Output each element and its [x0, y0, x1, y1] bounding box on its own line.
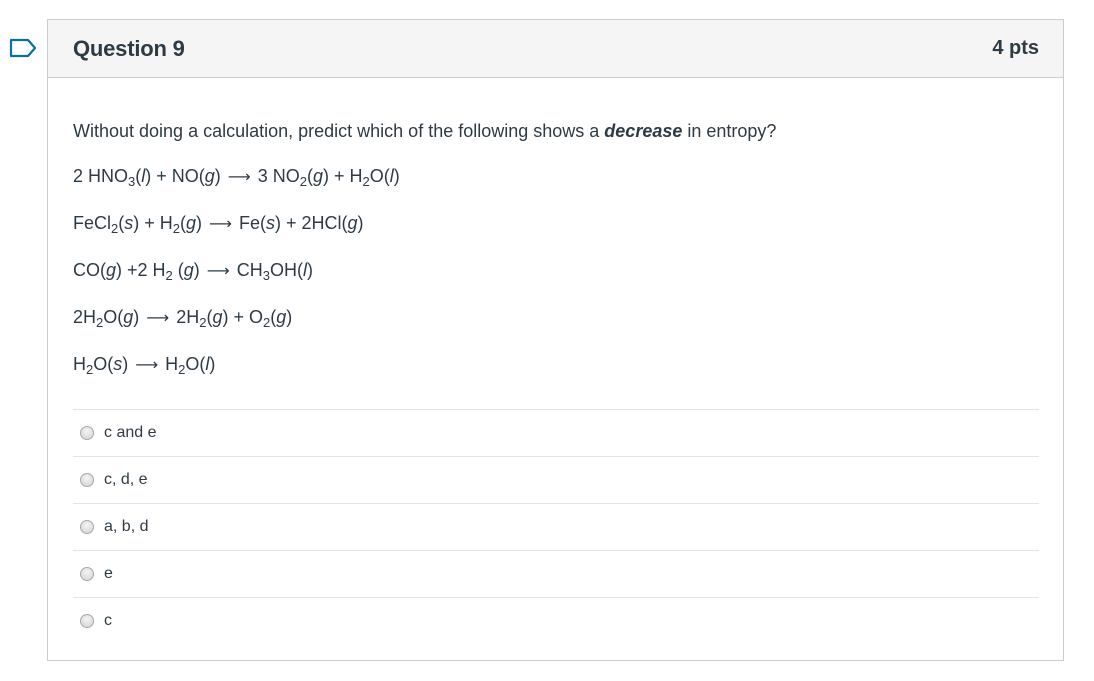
- question-prompt: Without doing a calculation, predict whi…: [73, 120, 1038, 142]
- radio-button[interactable]: [80, 520, 94, 534]
- answer-label: e: [104, 565, 113, 582]
- question-title: Question 9: [73, 35, 185, 61]
- answer-list: c and e c, d, e a, b, d e c: [73, 409, 1039, 644]
- answer-option[interactable]: c and e: [73, 409, 1039, 456]
- equation-e: H2O(s) ⟶ H2O(l): [73, 354, 216, 377]
- prompt-text-before: Without doing a calculation, predict whi…: [73, 121, 605, 141]
- question-points: 4 pts: [992, 37, 1039, 59]
- question-body: Without doing a calculation, predict whi…: [48, 120, 1063, 644]
- equation-d: 2H2O(g) ⟶ 2H2(g) + O2(g): [73, 307, 293, 330]
- radio-button[interactable]: [80, 614, 94, 628]
- answer-option[interactable]: e: [73, 550, 1039, 597]
- question-card: Question 9 4 pts Without doing a calcula…: [47, 19, 1064, 661]
- bookmark-flag-icon[interactable]: [9, 38, 37, 58]
- question-header: Question 9 4 pts: [48, 20, 1063, 78]
- answer-label: c: [104, 612, 112, 629]
- radio-button[interactable]: [80, 426, 94, 440]
- equation-b: FeCl2(s) + H2(g) ⟶ Fe(s) + 2HCl(g): [73, 213, 364, 236]
- answer-label: c, d, e: [104, 471, 148, 488]
- prompt-text-after: in entropy?: [682, 121, 777, 141]
- radio-button[interactable]: [80, 567, 94, 581]
- answer-option[interactable]: c, d, e: [73, 456, 1039, 503]
- equation-a: 2 HNO3(l) + NO(g) ⟶ 3 NO2(g) + H2O(l): [73, 166, 400, 189]
- prompt-emphasis: decrease: [604, 121, 683, 141]
- equation-c: CO(g) +2 H2 (g) ⟶ CH3OH(l): [73, 260, 313, 283]
- answer-label: c and e: [104, 424, 157, 441]
- equation-list: 2 HNO3(l) + NO(g) ⟶ 3 NO2(g) + H2O(l) FeC…: [73, 165, 1038, 377]
- answer-label: a, b, d: [104, 518, 149, 535]
- answer-option[interactable]: a, b, d: [73, 503, 1039, 550]
- answer-option[interactable]: c: [73, 597, 1039, 644]
- radio-button[interactable]: [80, 473, 94, 487]
